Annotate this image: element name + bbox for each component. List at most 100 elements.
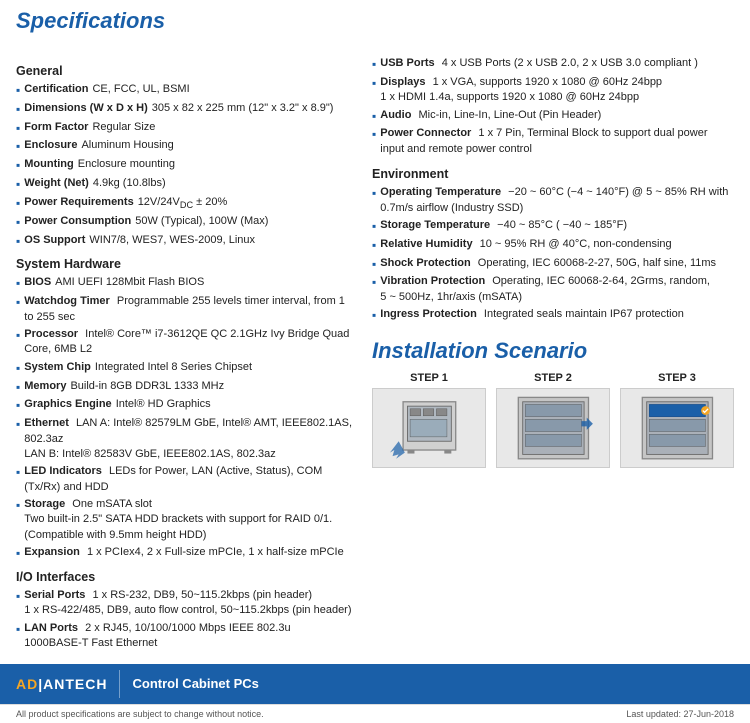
spec-value: WIN7/8, WES7, WES-2009, Linux bbox=[89, 233, 255, 248]
spec-value: 4 x USB Ports (2 x USB 2.0, 2 x USB 3.0 … bbox=[442, 57, 698, 69]
spec-label: LAN Ports bbox=[24, 622, 78, 634]
spec-label: Operating Temperature bbox=[380, 186, 501, 198]
right-column: ▪ USB Ports 4 x USB Ports (2 x USB 2.0, … bbox=[372, 56, 734, 654]
list-item: ▪ Expansion 1 x PCIex4, 2 x Full-size mP… bbox=[16, 545, 356, 562]
step-1-image bbox=[372, 388, 486, 468]
bullet-icon: ▪ bbox=[16, 545, 20, 562]
spec-label: Storage bbox=[24, 498, 65, 510]
step-3-block: STEP 3 bbox=[620, 372, 734, 468]
spec-value: One mSATA slot bbox=[72, 498, 152, 510]
spec-label: Power Connector bbox=[380, 127, 471, 139]
spec-value: 1 x HDMI 1.4a, supports 1920 x 1080 @ 60… bbox=[380, 91, 639, 103]
spec-label: Storage Temperature bbox=[380, 219, 490, 231]
bullet-icon: ▪ bbox=[372, 75, 376, 92]
list-item: ▪ Operating Temperature −20 ~ 60°C (−4 ~… bbox=[372, 185, 734, 216]
spec-label: LED Indicators bbox=[24, 465, 102, 477]
list-item: ▪ Ethernet LAN A: Intel® 82579LM GbE, In… bbox=[16, 416, 356, 462]
bullet-icon: ▪ bbox=[16, 397, 20, 414]
spec-label: USB Ports bbox=[380, 57, 434, 69]
list-item: ▪ Power Consumption 50W (Typical), 100W … bbox=[16, 214, 356, 231]
bullet-icon: ▪ bbox=[16, 195, 20, 212]
bullet-icon: ▪ bbox=[16, 416, 20, 433]
list-item: ▪ Form Factor Regular Size bbox=[16, 120, 356, 137]
io-right-list: ▪ USB Ports 4 x USB Ports (2 x USB 2.0, … bbox=[372, 56, 734, 157]
spec-value: 1 x PCIex4, 2 x Full-size mPCIe, 1 x hal… bbox=[87, 546, 344, 558]
spec-value: Build-in 8GB DDR3L 1333 MHz bbox=[70, 379, 224, 394]
spec-value: LAN A: Intel® 82579LM GbE, Intel® AMT, I… bbox=[24, 417, 352, 444]
step-2-block: STEP 2 bbox=[496, 372, 610, 468]
list-item: ▪ Mounting Enclosure mounting bbox=[16, 157, 356, 174]
footer-note: All product specifications are subject t… bbox=[16, 709, 264, 719]
general-section-title: General bbox=[16, 64, 356, 78]
list-item: ▪ Power Requirements 12V/24VDC ± 20% bbox=[16, 195, 356, 212]
list-item: ▪ Watchdog Timer Programmable 255 levels… bbox=[16, 294, 356, 325]
step-2-svg bbox=[503, 393, 604, 463]
list-item: ▪ Storage Temperature −40 ~ 85°C ( −40 ~… bbox=[372, 218, 734, 235]
spec-value: CE, FCC, UL, BSMI bbox=[92, 82, 189, 97]
io-section-title: I/O Interfaces bbox=[16, 570, 356, 584]
brand-vantech: |ANTECH bbox=[38, 676, 107, 692]
spec-label: Expansion bbox=[24, 546, 80, 558]
list-item: ▪ Ingress Protection Integrated seals ma… bbox=[372, 307, 734, 324]
bullet-icon: ▪ bbox=[372, 237, 376, 254]
bullet-icon: ▪ bbox=[16, 214, 20, 231]
list-item: ▪ USB Ports 4 x USB Ports (2 x USB 2.0, … bbox=[372, 56, 734, 73]
spec-value: Mic-in, Line-In, Line-Out (Pin Header) bbox=[419, 109, 602, 121]
list-item: ▪ Memory Build-in 8GB DDR3L 1333 MHz bbox=[16, 379, 356, 396]
list-item: ▪ Dimensions (W x D x H) 305 x 82 x 225 … bbox=[16, 101, 356, 118]
spec-label: Relative Humidity bbox=[380, 238, 472, 250]
bullet-icon: ▪ bbox=[372, 307, 376, 324]
bullet-icon: ▪ bbox=[372, 185, 376, 202]
bullet-icon: ▪ bbox=[16, 233, 20, 250]
bullet-icon: ▪ bbox=[16, 120, 20, 137]
spec-value: Enclosure mounting bbox=[78, 157, 175, 172]
environment-title: Environment bbox=[372, 167, 734, 181]
footer-product-label: Control Cabinet PCs bbox=[132, 676, 258, 691]
spec-label: Processor bbox=[24, 328, 78, 340]
spec-label: Power Consumption bbox=[24, 214, 131, 229]
spec-value: −40 ~ 85°C ( −40 ~ 185°F) bbox=[497, 219, 627, 231]
spec-label: Dimensions (W x D x H) bbox=[24, 101, 147, 116]
bullet-icon: ▪ bbox=[372, 274, 376, 291]
system-hardware-list: ▪ BIOS AMI UEFI 128Mbit Flash BIOS ▪ Wat… bbox=[16, 275, 356, 562]
bullet-icon: ▪ bbox=[16, 176, 20, 193]
footer-logo: AD|ANTECH bbox=[16, 676, 107, 692]
steps-row: STEP 1 bbox=[372, 372, 734, 468]
spec-label: Watchdog Timer bbox=[24, 295, 110, 307]
spec-label: Ethernet bbox=[24, 417, 69, 429]
footer-divider bbox=[119, 670, 120, 698]
step-3-svg bbox=[627, 393, 728, 463]
spec-label: BIOS bbox=[24, 275, 51, 290]
list-item: ▪ Enclosure Aluminum Housing bbox=[16, 138, 356, 155]
environment-list: ▪ Operating Temperature −20 ~ 60°C (−4 ~… bbox=[372, 185, 734, 324]
spec-value: 5 ~ 500Hz, 1hr/axis (mSATA) bbox=[380, 291, 522, 303]
list-item: ▪ System Chip Integrated Intel 8 Series … bbox=[16, 360, 356, 377]
bullet-icon: ▪ bbox=[16, 101, 20, 118]
bullet-icon: ▪ bbox=[372, 108, 376, 125]
list-item: ▪ Graphics Engine Intel® HD Graphics bbox=[16, 397, 356, 414]
list-item: ▪ Shock Protection Operating, IEC 60068-… bbox=[372, 256, 734, 273]
left-column: General ▪ Certification CE, FCC, UL, BSM… bbox=[16, 56, 356, 654]
list-item: ▪ LAN Ports 2 x RJ45, 10/100/1000 Mbps I… bbox=[16, 621, 356, 652]
spec-label: Memory bbox=[24, 379, 66, 394]
spec-value: 305 x 82 x 225 mm (12" x 3.2" x 8.9") bbox=[152, 101, 334, 116]
step-1-svg bbox=[379, 393, 480, 463]
list-item: ▪ OS Support WIN7/8, WES7, WES-2009, Lin… bbox=[16, 233, 356, 250]
list-item: ▪ Weight (Net) 4.9kg (10.8lbs) bbox=[16, 176, 356, 193]
spec-label: Form Factor bbox=[24, 120, 88, 135]
bullet-icon: ▪ bbox=[16, 360, 20, 377]
spec-value: Two built-in 2.5" SATA HDD brackets with… bbox=[24, 513, 332, 540]
list-item: ▪ Vibration Protection Operating, IEC 60… bbox=[372, 274, 734, 305]
spec-label: Mounting bbox=[24, 157, 73, 172]
list-item: ▪ BIOS AMI UEFI 128Mbit Flash BIOS bbox=[16, 275, 356, 292]
general-list: ▪ Certification CE, FCC, UL, BSMI ▪ Dime… bbox=[16, 82, 356, 249]
list-item: ▪ Displays 1 x VGA, supports 1920 x 1080… bbox=[372, 75, 734, 106]
list-item: ▪ Relative Humidity 10 ~ 95% RH @ 40°C, … bbox=[372, 237, 734, 254]
spec-label: System Chip bbox=[24, 360, 91, 375]
spec-value: Operating, IEC 60068-2-27, 50G, half sin… bbox=[478, 257, 716, 269]
system-hardware-title: System Hardware bbox=[16, 257, 356, 271]
spec-value: 50W (Typical), 100W (Max) bbox=[135, 214, 268, 229]
bullet-icon: ▪ bbox=[372, 256, 376, 273]
spec-value: 1000BASE-T Fast Ethernet bbox=[24, 637, 157, 649]
spec-value: Integrated seals maintain IP67 protectio… bbox=[484, 308, 684, 320]
